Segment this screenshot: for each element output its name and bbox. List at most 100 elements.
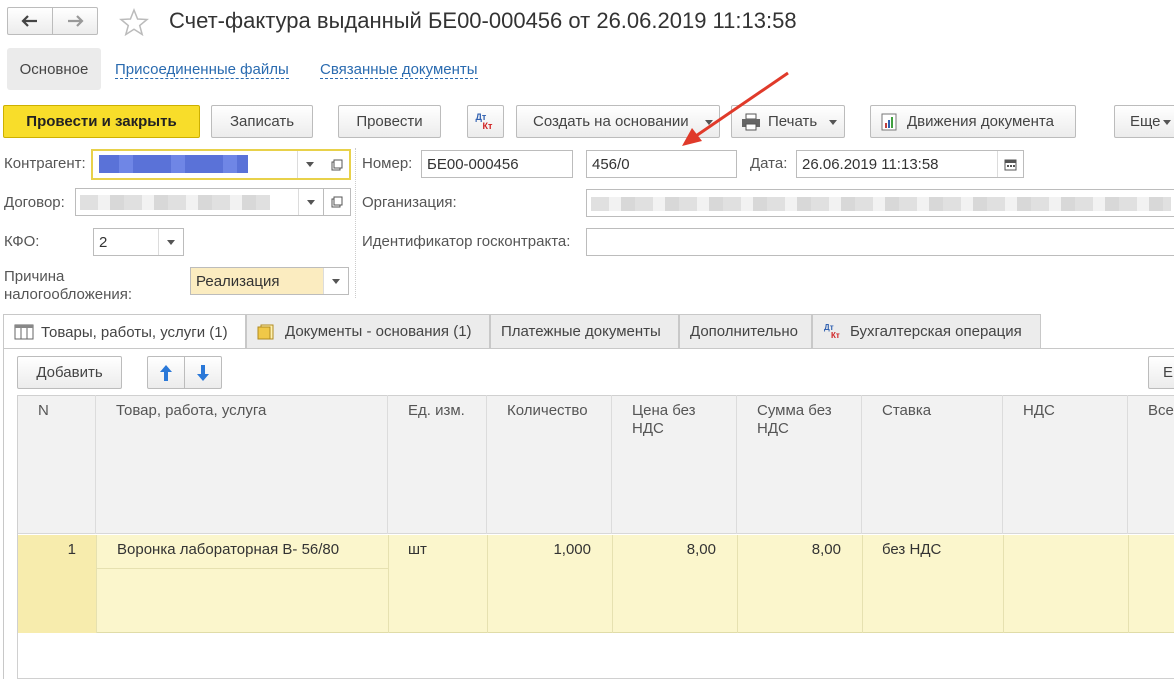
dtkt-icon: Дт Кт bbox=[823, 323, 843, 341]
contract-label: Договор: bbox=[4, 194, 65, 211]
kfo-field[interactable]: 2 bbox=[93, 228, 184, 256]
arrow-left-icon bbox=[21, 15, 37, 27]
tax-reason-label-line2: налогообложения: bbox=[4, 286, 133, 303]
column-divider bbox=[355, 148, 356, 298]
table-more-button[interactable]: Е bbox=[1148, 356, 1174, 389]
organization-label: Организация: bbox=[362, 194, 457, 211]
header-unit[interactable]: Ед. изм. bbox=[388, 395, 487, 534]
header-n[interactable]: N bbox=[18, 395, 96, 534]
tab-accounting[interactable]: Дт Кт Бухгалтерская операция bbox=[812, 314, 1041, 348]
header-vat[interactable]: НДС bbox=[1003, 395, 1128, 534]
move-down-button[interactable] bbox=[184, 356, 222, 389]
report-icon bbox=[881, 113, 897, 130]
tax-reason-label: Причина налогообложения: bbox=[4, 268, 132, 304]
arrow-right-icon bbox=[68, 15, 84, 27]
header-price-line2: НДС bbox=[632, 420, 664, 437]
header-item[interactable]: Товар, работа, услуга bbox=[96, 395, 388, 534]
more-button[interactable]: Еще bbox=[1114, 105, 1174, 138]
kfo-value: 2 bbox=[99, 233, 108, 251]
date-value: 26.06.2019 11:13:58 bbox=[802, 155, 939, 173]
table-more-label: Е bbox=[1163, 364, 1174, 381]
calendar-button[interactable] bbox=[997, 151, 1023, 177]
header-total[interactable]: Все bbox=[1128, 395, 1174, 534]
dtkt-bottom: Кт bbox=[482, 120, 493, 131]
contract-dropdown[interactable] bbox=[298, 189, 323, 215]
calendar-icon bbox=[1004, 159, 1017, 170]
cell-price: 8,00 bbox=[686, 541, 716, 558]
contract-field[interactable] bbox=[75, 188, 324, 216]
add-row-button[interactable]: Добавить bbox=[17, 356, 122, 389]
dtkt-button[interactable]: Дт Кт bbox=[467, 105, 504, 138]
tab-accounting-label: Бухгалтерская операция bbox=[850, 323, 1022, 340]
table-icon bbox=[14, 324, 34, 340]
dtkt-bottom: Кт bbox=[831, 330, 840, 340]
header-sum-line1: Сумма без bbox=[757, 402, 832, 419]
open-icon bbox=[331, 159, 343, 170]
header-rate[interactable]: Ставка bbox=[862, 395, 1003, 534]
tax-reason-dropdown[interactable] bbox=[323, 268, 348, 294]
nav-tab-files[interactable]: Присоединенные файлы bbox=[115, 61, 289, 79]
counterparty-dropdown[interactable] bbox=[297, 151, 322, 178]
header-sum-line2: НДС bbox=[757, 420, 789, 437]
number-label: Номер: bbox=[362, 155, 413, 172]
organization-field[interactable] bbox=[586, 189, 1174, 217]
post-and-close-button[interactable]: Провести и закрыть bbox=[3, 105, 200, 138]
star-icon[interactable] bbox=[119, 8, 149, 36]
dtkt-icon: Дт Кт bbox=[475, 112, 497, 132]
document-movements-button[interactable]: Движения документа bbox=[870, 105, 1076, 138]
tab-base-documents[interactable]: Документы - основания (1) bbox=[246, 314, 490, 348]
gov-contract-field[interactable] bbox=[586, 228, 1174, 256]
tab-goods[interactable]: Товары, работы, услуги (1) bbox=[3, 314, 246, 349]
post-button[interactable]: Провести bbox=[338, 105, 441, 138]
kfo-dropdown[interactable] bbox=[158, 229, 183, 255]
contract-open-button[interactable] bbox=[324, 188, 351, 216]
arrow-up-icon bbox=[160, 364, 172, 381]
nav-tab-related[interactable]: Связанные документы bbox=[320, 61, 478, 79]
save-button[interactable]: Записать bbox=[211, 105, 313, 138]
document-movements-label: Движения документа bbox=[907, 113, 1054, 130]
cell-sum: 8,00 bbox=[811, 541, 841, 558]
number-value: БЕ00-000456 bbox=[427, 155, 519, 173]
nav-tab-main[interactable]: Основное bbox=[7, 48, 101, 90]
chevron-down-icon bbox=[829, 120, 837, 125]
tab-additional[interactable]: Дополнительно bbox=[679, 314, 812, 348]
header-qty[interactable]: Количество bbox=[487, 395, 612, 534]
arrow-down-icon bbox=[197, 364, 209, 381]
forward-button[interactable] bbox=[52, 7, 98, 35]
counterparty-open-button[interactable] bbox=[325, 151, 349, 178]
counterparty-field[interactable] bbox=[91, 149, 351, 180]
gov-contract-label: Идентификатор госконтракта: bbox=[362, 233, 571, 250]
tax-reason-value: Реализация bbox=[196, 272, 280, 290]
cell-n: 1 bbox=[67, 541, 76, 558]
cell-rate: без НДС bbox=[882, 541, 942, 558]
tab-base-documents-label: Документы - основания (1) bbox=[285, 323, 472, 340]
organization-value-redacted bbox=[591, 197, 1171, 211]
cell-item: Воронка лабораторная В- 56/80 bbox=[117, 541, 340, 558]
header-price-line1: Цена без bbox=[632, 402, 696, 419]
date-label: Дата: bbox=[750, 155, 788, 172]
date-field[interactable]: 26.06.2019 11:13:58 bbox=[796, 150, 1024, 178]
chevron-down-icon bbox=[1163, 120, 1171, 125]
tab-payment-documents[interactable]: Платежные документы bbox=[490, 314, 679, 348]
counterparty-label: Контрагент: bbox=[4, 155, 86, 172]
cell-qty: 1,000 bbox=[553, 541, 591, 558]
header-sum[interactable]: Сумма без НДС bbox=[737, 395, 862, 534]
page-title: Счет-фактура выданный БЕ00-000456 от 26.… bbox=[169, 8, 797, 33]
annotation-arrow bbox=[682, 71, 789, 146]
counterparty-value-redacted bbox=[99, 155, 248, 173]
number-field[interactable]: БЕ00-000456 bbox=[421, 150, 573, 178]
documents-icon bbox=[257, 324, 274, 339]
back-button[interactable] bbox=[7, 7, 53, 35]
move-up-button[interactable] bbox=[147, 356, 185, 389]
header-price[interactable]: Цена без НДС bbox=[612, 395, 737, 534]
tax-reason-field[interactable]: Реализация bbox=[190, 267, 349, 295]
contract-value-redacted bbox=[80, 195, 270, 210]
create-based-on-label: Создать на основании bbox=[533, 113, 689, 130]
tax-reason-label-line1: Причина bbox=[4, 268, 65, 285]
cell-unit: шт bbox=[408, 541, 427, 558]
number-suffix-value: 456/0 bbox=[592, 155, 630, 173]
row-subline bbox=[96, 568, 388, 569]
tab-goods-label: Товары, работы, услуги (1) bbox=[41, 323, 228, 341]
number-suffix-field[interactable]: 456/0 bbox=[586, 150, 737, 178]
open-icon bbox=[331, 196, 343, 208]
